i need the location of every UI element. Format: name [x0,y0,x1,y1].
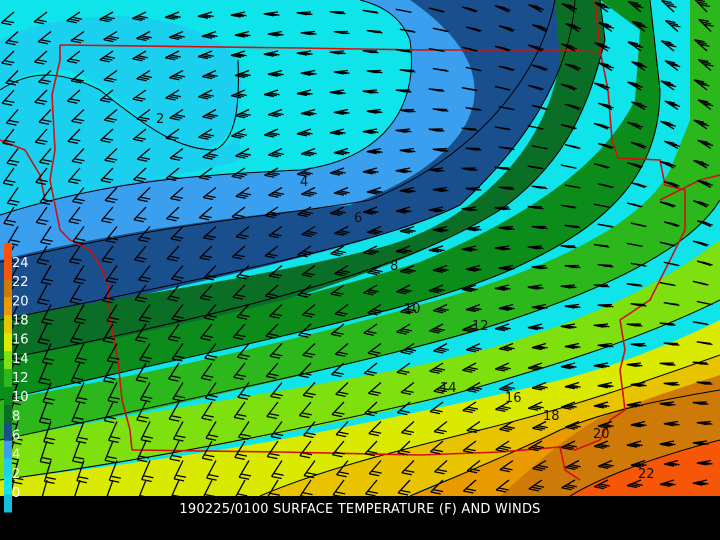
legend-color-box [4,350,12,370]
contour-label: 4 [300,175,308,190]
contour-label: 20 [593,427,610,442]
legend-color-box [4,243,12,262]
legend-color-box [4,476,12,495]
legend-label: 12 [12,371,29,386]
contour-label: 14 [440,381,457,396]
legend-label: 20 [12,294,29,309]
legend-color-box [4,458,12,477]
temperature-map: 2 4 6 8 10 12 14 16 18 20 22 02468101214… [0,0,720,513]
legend-color-box [4,422,12,441]
legend-color-box [4,440,12,459]
legend-label: 0 [12,486,20,501]
contour-label: 16 [505,391,522,406]
contour-label: 2 [156,112,164,127]
legend-label: 18 [12,314,29,329]
contour-label: 22 [638,467,655,482]
legend-color-box [4,386,12,405]
legend-label: 4 [12,448,20,463]
contour-label: 8 [390,259,398,274]
legend-label: 22 [12,275,29,290]
legend-color-box [4,296,12,316]
contour-label: 10 [404,302,421,317]
legend-color-box [4,314,12,334]
legend-label: 14 [12,352,29,367]
contour-label: 18 [543,409,560,424]
legend-color-box [4,368,12,387]
legend-color-box [4,404,12,423]
legend-color-box [4,332,12,352]
legend-label: 8 [12,409,20,424]
legend-label: 2 [12,467,20,482]
legend-label: 10 [12,390,29,405]
legend-label: 24 [12,256,29,271]
legend-color-box [4,260,12,280]
legend-label: 6 [12,429,20,444]
legend-label: 16 [12,333,29,348]
contour-label: 12 [472,319,489,334]
map-caption: 190225/0100 SURFACE TEMPERATURE (F) AND … [179,502,541,517]
legend-color-box [4,278,12,298]
contour-label: 6 [354,211,362,226]
